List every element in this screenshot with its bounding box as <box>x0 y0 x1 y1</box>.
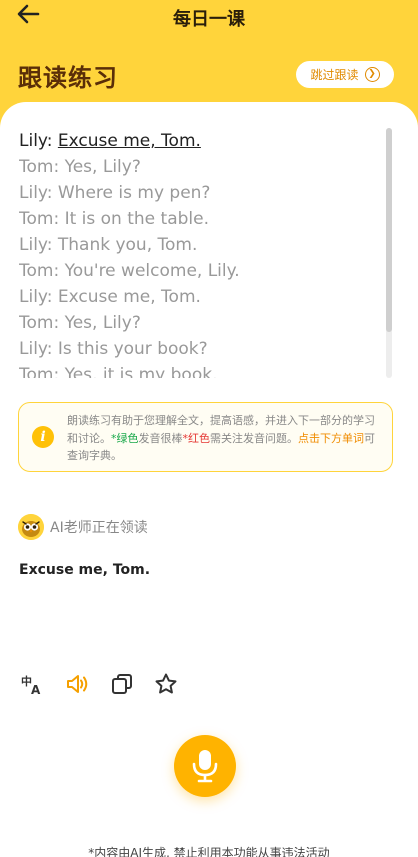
section-heading: 跟读练习 <box>18 64 118 92</box>
dialog-line[interactable]: Lily: Excuse me, Tom. <box>19 284 379 310</box>
content-card: Lily: Excuse me, Tom. Tom: Yes, Lily? Li… <box>0 102 418 857</box>
disclaimer: *内容由AI生成, 禁止利用本功能从事违法活动 <box>88 846 330 857</box>
dialog-line[interactable]: Lily: Excuse me, Tom. <box>19 128 379 154</box>
dialog-line[interactable]: Tom: Yes, Lily? <box>19 154 379 180</box>
ai-teacher-status: AI老师正在领读 <box>18 514 148 540</box>
dialog-scrollbar[interactable] <box>386 128 392 378</box>
tip-text: 朗读练习有助于您理解全文，提高语感，并进入下一部分的学习和讨论。*绿色发音很棒*… <box>67 414 375 462</box>
dialog-line[interactable]: Tom: You're welcome, Lily. <box>19 258 379 284</box>
owl-avatar-icon <box>18 514 44 540</box>
skip-reading-button[interactable]: 跳过跟读 ❯ <box>296 61 394 88</box>
copy-icon[interactable] <box>110 672 134 696</box>
microphone-icon <box>192 750 218 783</box>
top-bar: 每日一课 <box>0 0 418 36</box>
tip-box: i 朗读练习有助于您理解全文，提高语感，并进入下一部分的学习和讨论。*绿色发音很… <box>18 402 393 472</box>
page-title: 每日一课 <box>173 9 245 30</box>
ai-status-label: AI老师正在领读 <box>50 520 148 536</box>
dialog-line[interactable]: Tom: Yes, Lily? <box>19 310 379 336</box>
dialog-line[interactable]: Tom: Yes, it is my book. <box>19 362 379 378</box>
dialog-line[interactable]: Lily: Is this your book? <box>19 336 379 362</box>
dialog-line[interactable]: Lily: Thank you, Tom. <box>19 232 379 258</box>
svg-text:A: A <box>31 683 41 696</box>
dialog-line[interactable]: Tom: It is on the table. <box>19 206 379 232</box>
scrollbar-thumb[interactable] <box>386 128 392 332</box>
current-sentence[interactable]: Excuse me, Tom. <box>19 562 150 578</box>
speaker-icon[interactable] <box>65 672 89 696</box>
record-button[interactable] <box>174 735 236 797</box>
dialog-line[interactable]: Lily: Where is my pen? <box>19 180 379 206</box>
skip-reading-label: 跳过跟读 <box>310 68 359 82</box>
circle-chevron-right-icon: ❯ <box>364 67 380 82</box>
info-icon: i <box>32 426 54 448</box>
translate-icon[interactable]: 中 A <box>20 672 44 696</box>
dialog-list[interactable]: Lily: Excuse me, Tom. Tom: Yes, Lily? Li… <box>19 128 379 378</box>
star-icon[interactable] <box>154 672 178 696</box>
